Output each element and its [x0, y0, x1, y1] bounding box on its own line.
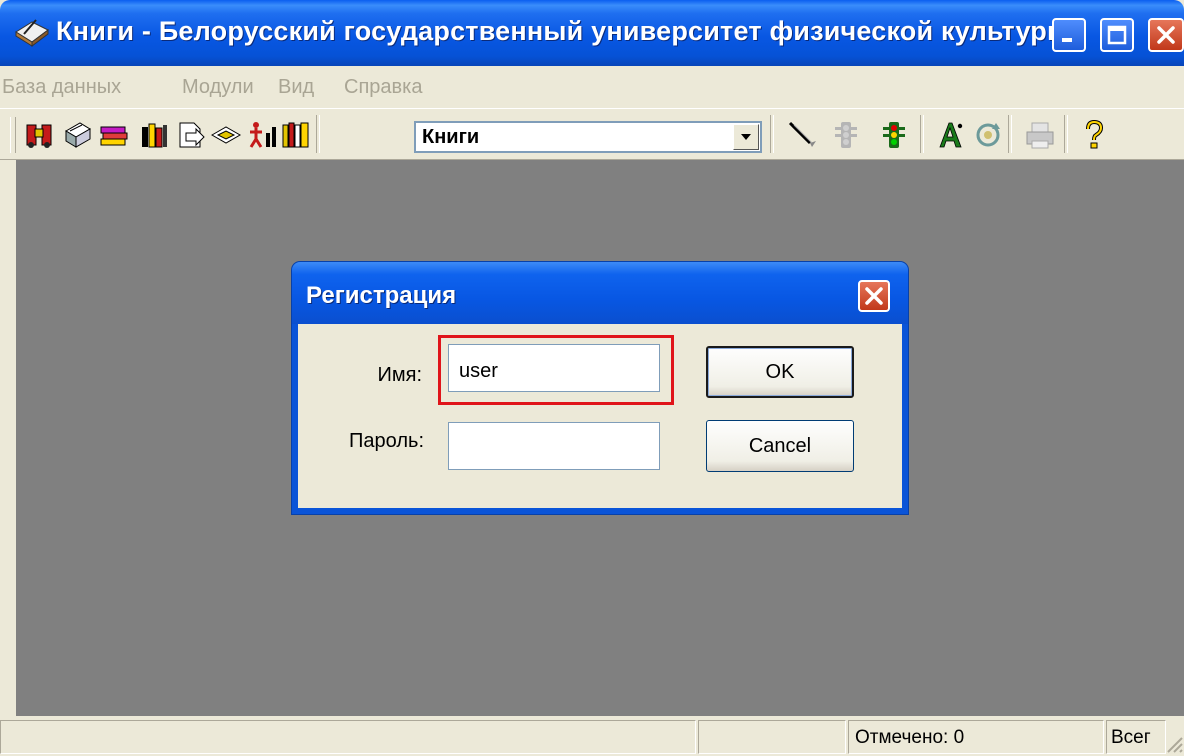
minimize-button[interactable] — [1052, 18, 1086, 52]
main-window: Книги - Белорусский государственный унив… — [0, 0, 1184, 756]
table-select-value: Книги — [422, 126, 480, 148]
binoculars-icon[interactable] — [24, 119, 56, 151]
figure-bars-icon[interactable] — [246, 119, 278, 151]
toolbar-separator — [770, 115, 774, 153]
card-stack-icon[interactable] — [62, 119, 94, 151]
password-field[interactable] — [448, 422, 660, 470]
toolbar-separator — [316, 115, 320, 153]
maximize-icon — [1107, 25, 1127, 45]
close-icon — [865, 287, 883, 305]
status-panel-main — [0, 720, 696, 754]
close-button[interactable] — [1148, 18, 1184, 52]
maximize-button[interactable] — [1100, 18, 1134, 52]
name-field-highlight — [438, 335, 674, 405]
ok-button[interactable]: OK — [706, 346, 854, 398]
password-label: Пароль: — [349, 430, 424, 452]
toolbar: Книги — [0, 108, 1184, 160]
book-columns-icon[interactable] — [280, 119, 312, 151]
help-icon[interactable] — [1078, 119, 1110, 151]
dialog-title: Регистрация — [306, 282, 457, 309]
toolbar-separator — [1008, 115, 1012, 153]
traffic-light-on-icon[interactable] — [878, 119, 910, 151]
status-marked-count: Отмечено: 0 — [855, 727, 965, 748]
close-icon — [1157, 26, 1175, 44]
minimize-icon — [1062, 38, 1072, 42]
status-total-count: Всег — [1111, 727, 1151, 748]
menu-item-help[interactable]: Справка — [344, 76, 422, 99]
dialog-close-button[interactable] — [858, 280, 890, 312]
status-panel-total: Всег — [1106, 720, 1166, 754]
table-select[interactable]: Книги — [414, 121, 762, 153]
menu-item-view[interactable]: Вид — [278, 76, 314, 99]
status-bar: Отмечено: 0 Всег — [0, 718, 1184, 756]
toolbar-separator — [1064, 115, 1068, 153]
toolbar-grip[interactable] — [10, 117, 16, 153]
password-input[interactable] — [449, 423, 659, 469]
table-select-dropdown-button[interactable] — [733, 124, 759, 150]
name-label: Имя: — [377, 364, 422, 386]
books-stack-icon[interactable] — [98, 119, 130, 151]
cancel-button[interactable]: Cancel — [706, 420, 854, 472]
status-panel-empty — [698, 720, 846, 754]
title-bar[interactable]: Книги - Белорусский государственный унив… — [0, 0, 1184, 66]
status-panel-marked: Отмечено: 0 — [848, 720, 1104, 754]
menu-item-database[interactable]: База данных — [2, 76, 121, 99]
print-icon[interactable] — [1024, 119, 1056, 151]
resize-grip-icon[interactable] — [1164, 734, 1184, 754]
login-dialog: Регистрация Имя: Пароль: OK Cancel — [292, 262, 908, 514]
menu-bar: База данных Модули Вид Справка — [0, 70, 1184, 104]
dialog-title-bar[interactable]: Регистрация — [292, 262, 908, 324]
refresh-icon[interactable] — [972, 119, 1004, 151]
toolbar-separator — [920, 115, 924, 153]
books-shelf-icon[interactable] — [138, 119, 170, 151]
book-open-icon[interactable] — [210, 119, 242, 151]
font-letter-icon[interactable] — [934, 119, 966, 151]
book-pen-icon — [15, 19, 49, 47]
chevron-down-icon — [741, 134, 751, 140]
traffic-light-off-icon[interactable] — [830, 119, 862, 151]
page-arrow-icon[interactable] — [174, 119, 206, 151]
menu-item-modules[interactable]: Модули — [182, 76, 254, 99]
dialog-body: Имя: Пароль: OK Cancel — [298, 324, 902, 508]
window-title: Книги - Белорусский государственный унив… — [56, 16, 1071, 46]
pen-icon[interactable] — [786, 119, 818, 151]
